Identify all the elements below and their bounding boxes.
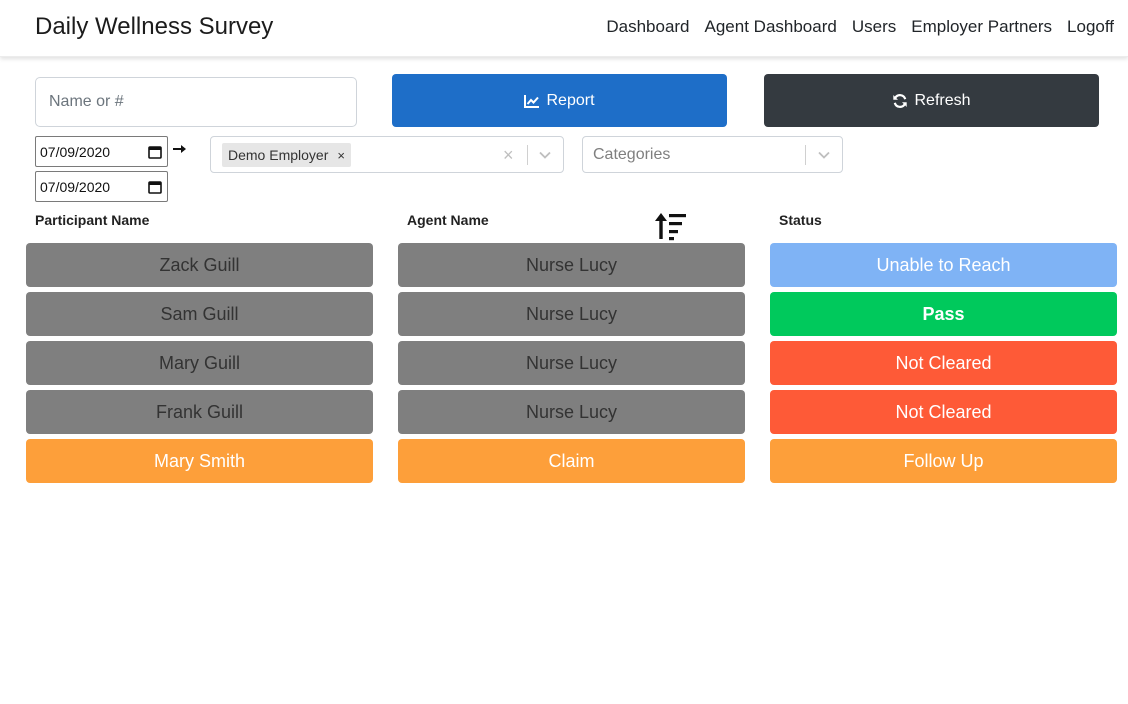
refresh-button-label: Refresh	[914, 91, 971, 109]
agent-cell[interactable]: Nurse Lucy	[398, 243, 745, 287]
agent-cell[interactable]: Nurse Lucy	[398, 390, 745, 434]
agent-cell[interactable]: Nurse Lucy	[398, 341, 745, 385]
refresh-button[interactable]: Refresh	[764, 74, 1099, 127]
select-divider	[805, 145, 806, 165]
report-button[interactable]: Report	[392, 74, 727, 127]
calendar-icon	[148, 145, 162, 159]
chart-line-icon	[524, 94, 540, 108]
refresh-icon	[893, 93, 908, 108]
date-to-value: 07/09/2020	[40, 178, 111, 195]
participant-cell[interactable]: Zack Guill	[26, 243, 373, 287]
column-header-participant: Participant Name	[35, 212, 150, 228]
arrow-right-icon	[173, 145, 186, 153]
categories-placeholder: Categories	[593, 146, 671, 163]
categories-select[interactable]: Categories	[582, 136, 843, 173]
nav-dashboard[interactable]: Dashboard	[606, 17, 689, 37]
nav-logoff[interactable]: Logoff	[1067, 17, 1114, 37]
status-badge[interactable]: Not Cleared	[770, 341, 1117, 385]
status-badge[interactable]: Unable to Reach	[770, 243, 1117, 287]
navbar: Daily Wellness Survey Dashboard Agent Da…	[0, 0, 1128, 57]
participant-cell[interactable]: Mary Guill	[26, 341, 373, 385]
status-badge[interactable]: Pass	[770, 292, 1117, 336]
calendar-icon	[148, 180, 162, 194]
participant-cell[interactable]: Frank Guill	[26, 390, 373, 434]
employer-select[interactable]: Demo Employer × ×	[210, 136, 564, 173]
participant-cell[interactable]: Mary Smith	[26, 439, 373, 483]
app-title: Daily Wellness Survey	[35, 13, 274, 40]
column-header-agent: Agent Name	[407, 212, 489, 228]
column-header-status: Status	[779, 212, 822, 228]
date-from-input[interactable]: 07/09/2020	[35, 136, 168, 167]
status-badge[interactable]: Follow Up	[770, 439, 1117, 483]
nav-agent-dashboard[interactable]: Agent Dashboard	[705, 17, 837, 37]
search-input[interactable]	[35, 77, 357, 127]
select-divider	[527, 145, 528, 165]
date-to-input[interactable]: 07/09/2020	[35, 171, 168, 202]
claim-button[interactable]: Claim	[398, 439, 745, 483]
status-badge[interactable]: Not Cleared	[770, 390, 1117, 434]
nav-menu: Dashboard Agent Dashboard Users Employer…	[606, 17, 1114, 37]
date-from-value: 07/09/2020	[40, 143, 111, 160]
employer-chip: Demo Employer ×	[222, 143, 351, 167]
nav-employer-partners[interactable]: Employer Partners	[911, 17, 1052, 37]
agent-cell[interactable]: Nurse Lucy	[398, 292, 745, 336]
clear-icon[interactable]: ×	[503, 145, 514, 166]
report-button-label: Report	[546, 91, 595, 109]
chip-remove-icon[interactable]: ×	[337, 148, 345, 163]
chevron-down-icon[interactable]	[817, 148, 831, 162]
employer-chip-label: Demo Employer	[228, 147, 329, 163]
participant-cell[interactable]: Sam Guill	[26, 292, 373, 336]
chevron-down-icon[interactable]	[538, 148, 552, 162]
sort-descending-icon[interactable]	[654, 211, 688, 241]
nav-users[interactable]: Users	[852, 17, 896, 37]
